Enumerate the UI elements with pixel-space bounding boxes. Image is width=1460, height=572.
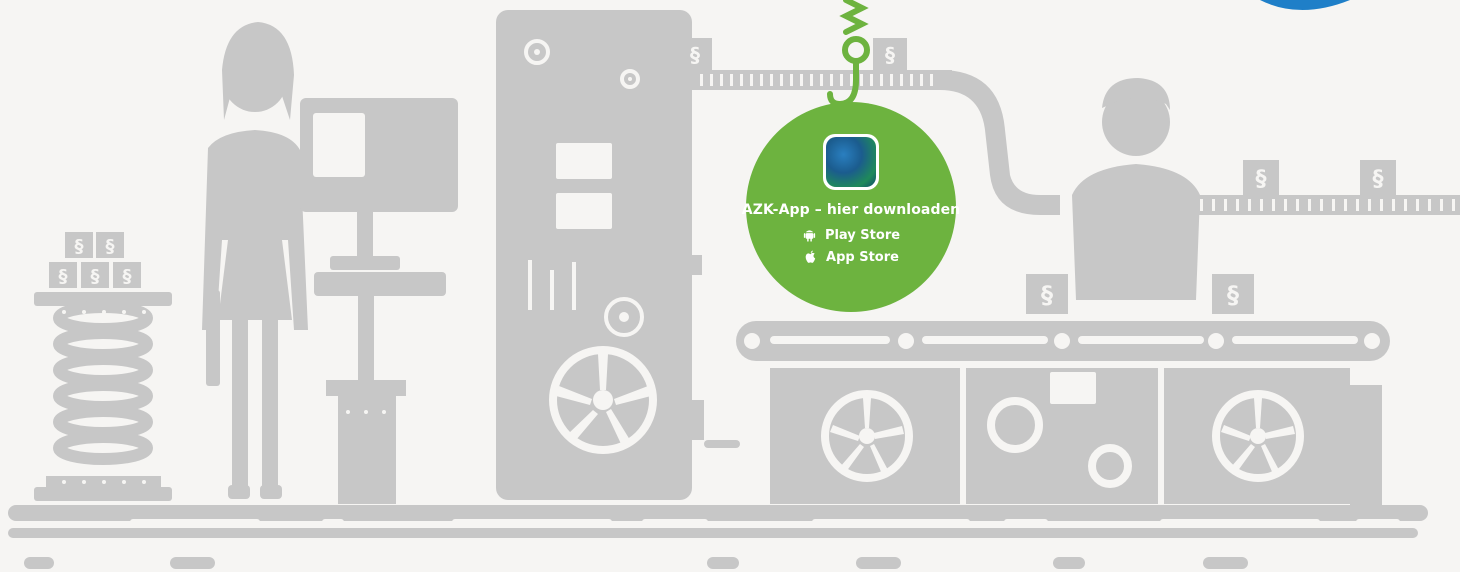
app-download-title[interactable]: AZK-App – hier downloaden — [742, 202, 960, 218]
paragraph-box-label: § — [123, 266, 132, 287]
paragraph-box-label: § — [1256, 167, 1267, 192]
play-store-label: Play Store — [824, 227, 901, 243]
paragraph-box-label: § — [885, 43, 895, 67]
play-store-link[interactable]: Play Store — [802, 227, 900, 243]
azk-app-logo — [826, 137, 876, 187]
paragraph-box-label: § — [1041, 281, 1053, 309]
android-icon — [803, 230, 816, 242]
partial-blue-shape — [1260, 0, 1350, 10]
app-store-label: App Store — [826, 249, 899, 265]
factory-illustration: § § § § § § § § § § § — [8, 0, 1460, 569]
azk-app-icon[interactable] — [823, 134, 879, 190]
apple-icon — [805, 250, 816, 263]
paragraph-box-label: § — [1373, 167, 1384, 192]
paragraph-box-label: § — [75, 236, 84, 257]
paragraph-box-label: § — [106, 236, 115, 257]
paragraph-box-label: § — [690, 43, 700, 67]
app-store-link[interactable]: App Store — [803, 249, 899, 265]
paragraph-box-label: § — [91, 266, 100, 287]
paragraph-box-label: § — [1227, 281, 1239, 309]
app-download-badge: AZK-App – hier downloaden Play Store App… — [742, 102, 960, 312]
paragraph-box-label: § — [59, 266, 68, 287]
